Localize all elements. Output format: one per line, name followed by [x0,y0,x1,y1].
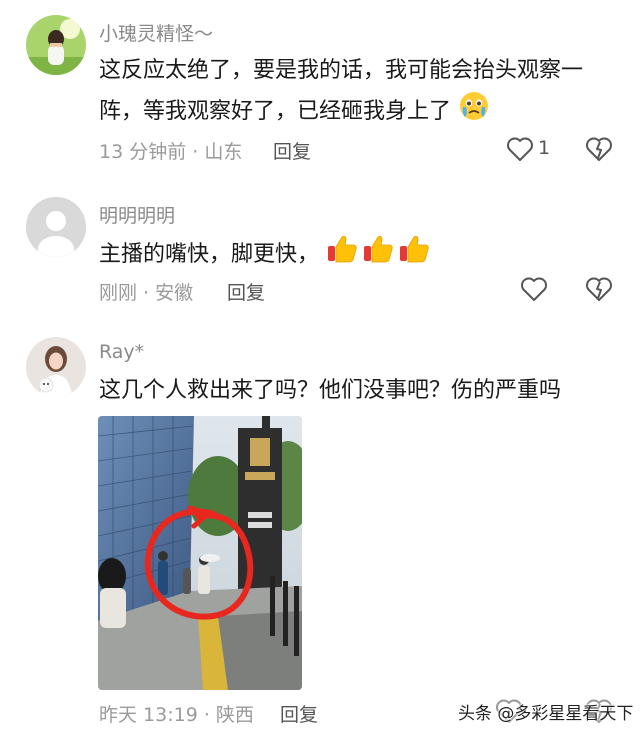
reply-button[interactable]: 回复 [227,278,265,305]
like-icon[interactable] [520,276,548,302]
avatar[interactable] [26,197,86,257]
like-icon[interactable] [506,136,534,162]
username[interactable]: Ray* [99,341,144,363]
thumbs-up-emoji-icon [326,233,434,278]
comment-text: 主播的嘴快，脚更快， [99,233,619,278]
avatar[interactable] [26,15,86,75]
comment-text: 这反应太绝了，要是我的话，我可能会抬头观察一阵，等我观察好了，已经砸我身上了 [99,52,619,135]
comment-meta: 13 分钟前 · 山东 [99,141,243,163]
comment-text: 这几个人救出来了吗？他们没事吧？伤的严重吗 [99,378,562,403]
comment-text-content: 这反应太绝了，要是我的话，我可能会抬头观察一阵，等我观察好了，已经砸我身上了 [99,58,584,124]
reply-button[interactable]: 回复 [273,137,311,164]
comment-item: 明明明明 主播的嘴快，脚更快， 刚刚 · 安徽 回复 [0,180,640,320]
comment-item: Ray* 这几个人救出来了吗？他们没事吧？伤的严重吗 [0,320,640,732]
like-count: 1 [538,137,551,159]
comment-meta: 昨天 13:19 · 陕西 [99,704,254,726]
attached-photo[interactable] [98,416,302,690]
comment-item: 小瑰灵精怪～ 这反应太绝了，要是我的话，我可能会抬头观察一阵，等我观察好了，已经… [0,0,640,180]
avatar[interactable] [26,337,86,397]
reply-button[interactable]: 回复 [280,700,318,727]
comment-meta: 刚刚 · 安徽 [99,282,194,304]
dislike-icon[interactable] [585,276,613,302]
watermark: 头条 @多彩星星看天下 [458,704,634,724]
dislike-icon[interactable] [585,136,613,162]
comment-text-content: 主播的嘴快，脚更快， [99,242,320,267]
crying-emoji-icon [458,90,490,135]
username[interactable]: 小瑰灵精怪～ [99,19,213,46]
username[interactable]: 明明明明 [99,201,175,228]
